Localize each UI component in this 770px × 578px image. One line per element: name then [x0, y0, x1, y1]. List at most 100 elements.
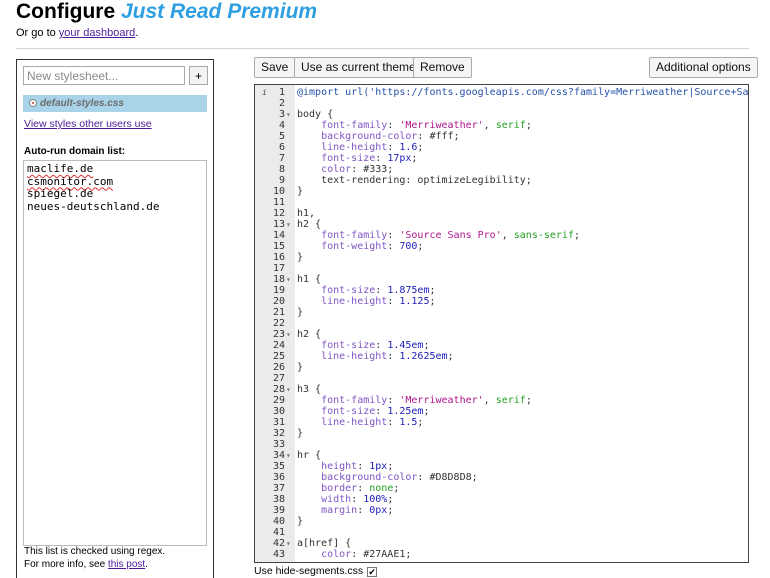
domain-list-textarea[interactable]: maclife.de csmonitor.com spiegel.de neue…: [23, 160, 207, 546]
code-token: :: [375, 340, 388, 351]
code-line: 23 ▾ h2 {: [255, 329, 748, 340]
title-brand: Just Read Premium: [121, 0, 318, 23]
dashboard-link[interactable]: your dashboard: [59, 27, 135, 39]
view-styles-link[interactable]: View styles other users use: [24, 118, 152, 130]
code-line: 15 font-weight: 700;: [255, 241, 748, 252]
code-token: serif: [495, 395, 526, 406]
regex-footnote: This list is checked using regex. For mo…: [24, 546, 165, 571]
add-stylesheet-button[interactable]: +: [189, 66, 208, 85]
line-number: 40: [272, 516, 285, 527]
line-number: 17: [272, 263, 285, 274]
line-number: 29: [272, 395, 285, 406]
code-text: font-size: 1.45em;: [297, 340, 429, 351]
code-line: 21}: [255, 307, 748, 318]
code-text: h3 {: [297, 384, 321, 395]
code-token: h1 {: [297, 274, 322, 285]
code-line: 30 font-size: 1.25em;: [255, 406, 748, 417]
code-text: font-size: 1.25em;: [297, 406, 429, 417]
code-line: 17: [255, 263, 748, 274]
stylesheet-radio-icon[interactable]: [29, 99, 37, 107]
code-text: h2 {: [297, 219, 321, 230]
code-token: text-rendering: optimizeLegibility;: [297, 175, 532, 186]
fold-arrow-icon[interactable]: ▾: [286, 109, 291, 120]
hide-segments-checkbox[interactable]: ✔: [367, 567, 378, 577]
code-token: font-size: [297, 340, 376, 351]
stylesheet-item[interactable]: default-styles.css: [23, 95, 207, 112]
code-text: height: 1px;: [297, 461, 393, 472]
code-token: font-size: [297, 406, 376, 417]
line-number: 41: [272, 527, 285, 538]
code-token: ;: [429, 296, 436, 307]
code-line: 40}: [255, 516, 748, 527]
code-text: h1,: [297, 208, 315, 219]
code-line: 7 font-size: 17px;: [255, 153, 748, 164]
additional-options-button[interactable]: Additional options: [649, 57, 758, 78]
code-token: ;: [417, 142, 424, 153]
save-button[interactable]: Save: [254, 57, 296, 78]
code-line: 6 line-height: 1.6;: [255, 142, 748, 153]
fold-arrow-icon[interactable]: ▾: [286, 450, 291, 461]
code-token: sans-serif: [513, 230, 574, 241]
code-line: 25 line-height: 1.2625em;: [255, 351, 748, 362]
code-line: 3 ▾ body {: [255, 109, 748, 120]
code-line: 18 ▾ h1 {: [255, 274, 748, 285]
code-text: text-rendering: optimizeLegibility;: [297, 175, 532, 186]
code-line: 4 font-family: 'Merriweather', serif;: [255, 120, 748, 131]
code-token: 1.875em: [387, 285, 430, 296]
code-text: }: [297, 252, 303, 263]
code-token: font-family: [297, 120, 388, 131]
css-code-editor[interactable]: i 1 @import url('https://fonts.googleapis.…: [254, 84, 749, 563]
code-line: 32}: [255, 428, 748, 439]
code-line: 28 ▾ h3 {: [255, 384, 748, 395]
code-line: 2: [255, 98, 748, 109]
new-stylesheet-input[interactable]: [23, 66, 185, 85]
code-line: 29 font-family: 'Merriweather', serif;: [255, 395, 748, 406]
code-token: :: [375, 153, 388, 164]
code-token: :: [357, 483, 370, 494]
footnote-suffix: .: [145, 558, 148, 570]
line-number: 22: [272, 318, 285, 329]
code-token: }: [297, 362, 304, 373]
code-token: hr {: [297, 450, 322, 461]
page-title: Configure Just Read Premium: [16, 0, 317, 24]
code-line: 11: [255, 197, 748, 208]
code-line: i 1 @import url('https://fonts.googleapis.…: [255, 87, 748, 98]
code-line: 39 margin: 0px;: [255, 505, 748, 516]
stylesheet-item-label: default-styles.css: [40, 98, 124, 109]
remove-button[interactable]: Remove: [413, 57, 472, 78]
code-line: 42 ▾ a[href] {: [255, 538, 748, 549]
code-token: 'Source Sans Pro': [399, 230, 502, 241]
code-token: :: [387, 296, 400, 307]
code-token: color: [297, 549, 352, 560]
fold-arrow-icon[interactable]: ▾: [286, 384, 291, 395]
code-text: h2 {: [297, 329, 321, 340]
fold-arrow-icon[interactable]: ▾: [286, 219, 291, 230]
this-post-link[interactable]: this post: [108, 559, 145, 570]
fold-arrow-icon[interactable]: ▾: [286, 274, 291, 285]
code-token: line-height: [297, 142, 388, 153]
info-icon[interactable]: i: [262, 87, 267, 98]
line-number: 43: [272, 549, 285, 560]
code-text: }: [297, 428, 303, 439]
code-token: 1.5: [399, 417, 418, 428]
code-token: : #333;: [351, 164, 394, 175]
fold-arrow-icon[interactable]: ▾: [286, 329, 291, 340]
fold-arrow-icon[interactable]: ▾: [286, 538, 291, 549]
code-token: line-height: [297, 296, 388, 307]
code-line: 9 text-rendering: optimizeLegibility;: [255, 175, 748, 186]
code-token: :: [387, 120, 400, 131]
code-token: 700: [399, 241, 418, 252]
code-text: line-height: 1.6;: [297, 142, 423, 153]
code-token: : #D8D8D8;: [417, 472, 478, 483]
domain-entry: spiegel.de: [27, 187, 94, 200]
code-token: 1.2625em: [399, 351, 448, 362]
code-token: border: [297, 483, 358, 494]
code-line: 13 ▾ h2 {: [255, 219, 748, 230]
use-as-theme-button[interactable]: Use as current theme: [294, 57, 423, 78]
line-number: 38: [272, 494, 285, 505]
code-line: 5 background-color: #fff;: [255, 131, 748, 142]
code-line: 20 line-height: 1.125;: [255, 296, 748, 307]
code-token: color: [297, 164, 352, 175]
code-token: font-weight: [297, 241, 388, 252]
line-number: 13: [272, 219, 285, 230]
